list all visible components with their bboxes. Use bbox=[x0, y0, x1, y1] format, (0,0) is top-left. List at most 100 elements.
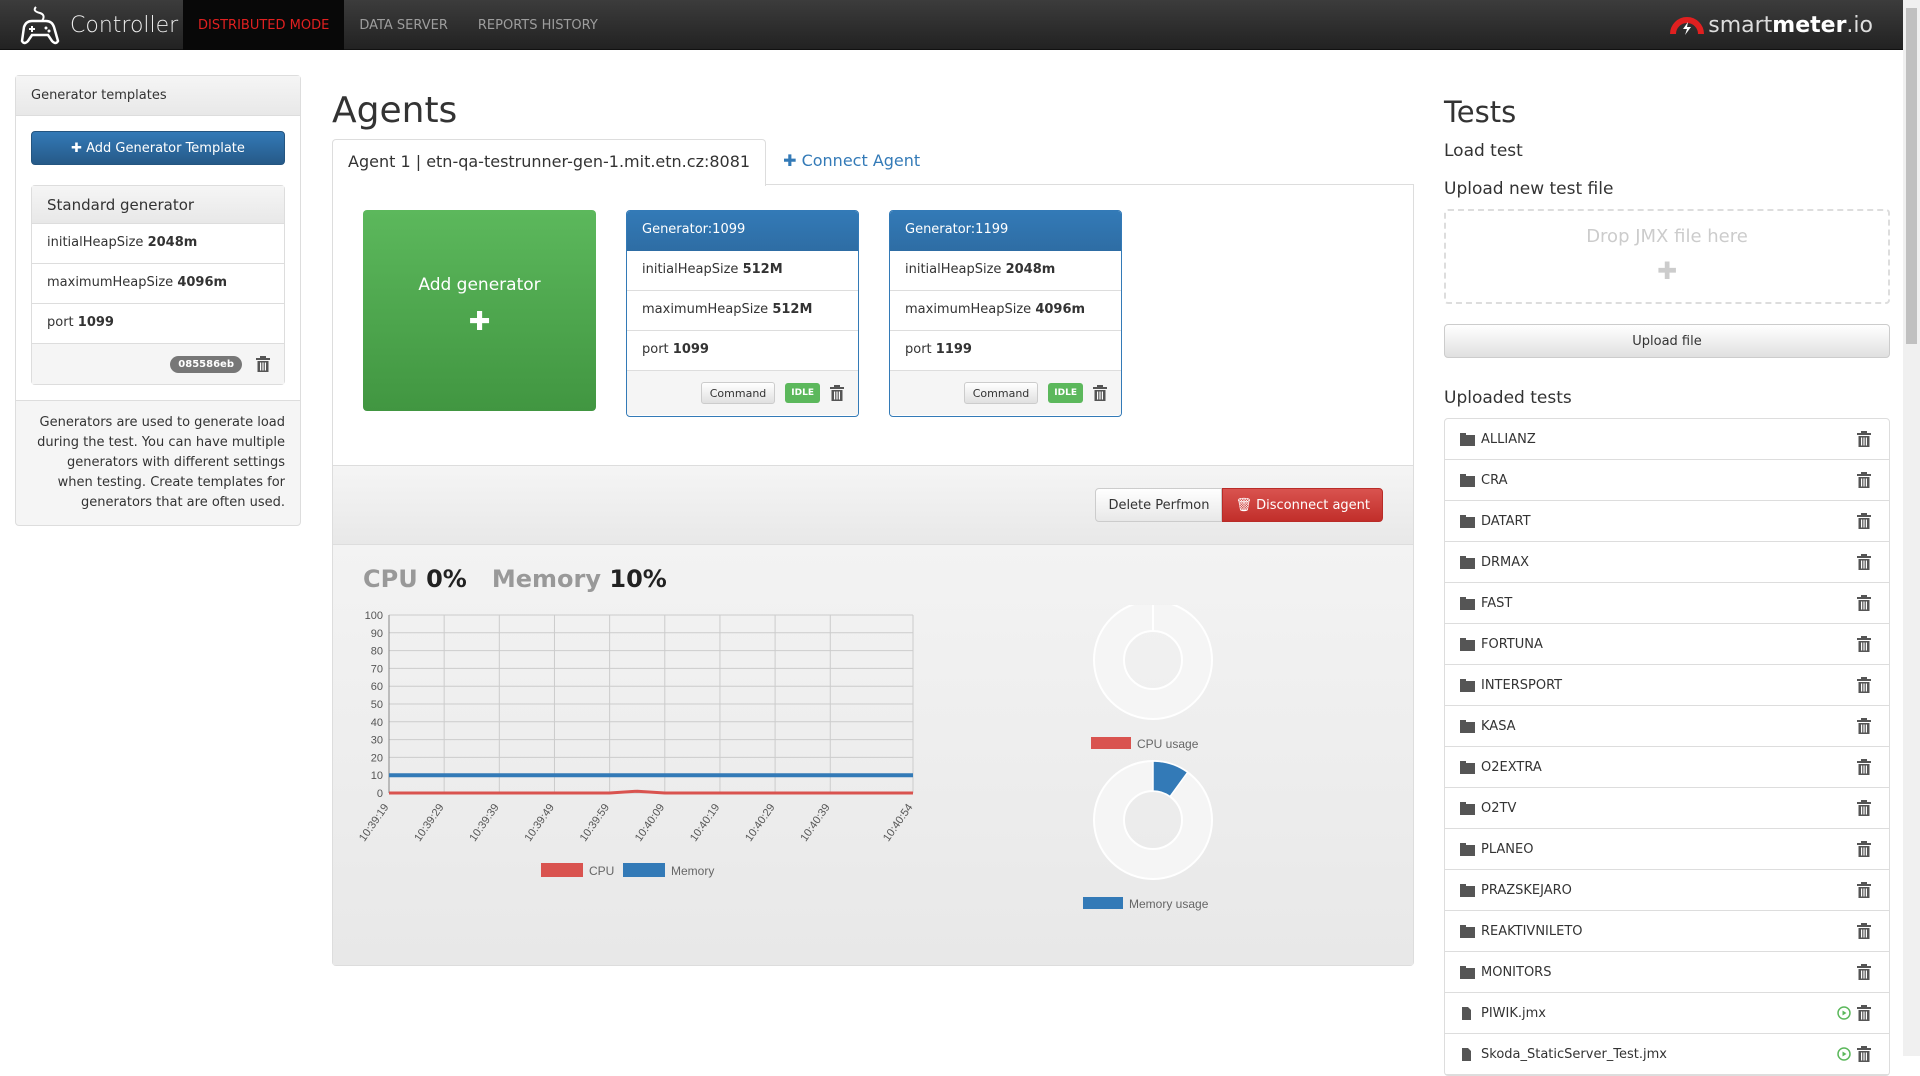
test-list-item[interactable]: O2TV bbox=[1445, 788, 1889, 829]
uploaded-tests-title: Uploaded tests bbox=[1444, 388, 1572, 408]
legend-label: Memory bbox=[671, 864, 714, 878]
y-tick-label: 20 bbox=[371, 752, 383, 764]
scrollbar-thumb[interactable] bbox=[1906, 8, 1917, 344]
memory-label: Memory bbox=[491, 565, 602, 593]
generator-title: Generator:1099 bbox=[627, 211, 858, 251]
y-tick-label: 60 bbox=[371, 681, 383, 693]
trash-icon[interactable] bbox=[1857, 595, 1871, 611]
plus-icon: ✚ bbox=[783, 151, 802, 170]
test-name: O2EXTRA bbox=[1481, 759, 1542, 775]
nav-distributed-mode[interactable]: DISTRIBUTED MODE bbox=[183, 0, 345, 50]
trash-icon: 🗑 bbox=[1235, 497, 1252, 513]
prop-key: port bbox=[47, 315, 74, 330]
prop-value: 1099 bbox=[672, 342, 709, 357]
trash-icon[interactable] bbox=[1857, 759, 1871, 775]
delete-perfmon-button[interactable]: Delete Perfmon bbox=[1095, 488, 1223, 522]
test-list-item[interactable]: PIWIK.jmx bbox=[1445, 993, 1889, 1034]
test-name: DATART bbox=[1481, 513, 1531, 529]
trash-icon[interactable] bbox=[1093, 385, 1107, 401]
prop-key: maximumHeapSize bbox=[905, 302, 1032, 317]
brand-title: Controller bbox=[70, 12, 179, 38]
trash-icon[interactable] bbox=[1857, 800, 1871, 816]
trash-icon[interactable] bbox=[1857, 841, 1871, 857]
trash-icon[interactable] bbox=[256, 356, 270, 372]
tab-label: Connect Agent bbox=[801, 151, 921, 170]
upload-file-button[interactable]: Upload file bbox=[1444, 324, 1890, 358]
template-name: Standard generator bbox=[32, 186, 284, 224]
perfmon-stats: CPU 0% Memory 10% 0 10 20 30 40 50 60 70 80 90 100… bbox=[333, 545, 1413, 965]
folder-icon bbox=[1460, 925, 1475, 938]
test-name: KASA bbox=[1481, 718, 1516, 734]
generator-prop: initialHeapSize 512M bbox=[627, 251, 858, 291]
file-icon bbox=[1460, 1007, 1475, 1020]
brand[interactable]: Controller bbox=[18, 0, 178, 50]
generator-prop: port 1199 bbox=[890, 331, 1121, 371]
test-list-item[interactable]: Skoda_StaticServer_Test.jmx bbox=[1445, 1034, 1889, 1075]
y-tick-label: 80 bbox=[371, 646, 383, 658]
y-tick-label: 30 bbox=[371, 735, 383, 747]
trash-icon[interactable] bbox=[1857, 923, 1871, 939]
button-label: Add Generator Template bbox=[86, 140, 245, 156]
test-list-item[interactable]: FORTUNA bbox=[1445, 624, 1889, 665]
trash-icon[interactable] bbox=[1857, 636, 1871, 652]
generator-prop: maximumHeapSize 512M bbox=[627, 291, 858, 331]
trash-icon[interactable] bbox=[1857, 882, 1871, 898]
connect-agent-tab[interactable]: ✚ Connect Agent bbox=[766, 139, 937, 184]
trash-icon[interactable] bbox=[1857, 677, 1871, 693]
tests-section: Tests Load test Upload new test file Dro… bbox=[1444, 95, 1890, 1076]
plus-icon: ✚ bbox=[1656, 257, 1678, 285]
prop-key: initialHeapSize bbox=[47, 235, 144, 250]
test-list-item[interactable]: DATART bbox=[1445, 501, 1889, 542]
page-scrollbar[interactable] bbox=[1903, 0, 1920, 1056]
usage-line-chart: 0 10 20 30 40 50 60 70 80 90 100 10:39:19 10:39:29 10… bbox=[357, 610, 915, 878]
jmx-dropzone[interactable]: Drop JMX file here ✚ bbox=[1444, 209, 1890, 304]
nav-reports-history[interactable]: REPORTS HISTORY bbox=[463, 0, 613, 50]
tab-agent-1[interactable]: Agent 1 | etn-qa-testrunner-gen-1.mit.et… bbox=[332, 139, 767, 186]
prop-value: 1199 bbox=[935, 342, 972, 357]
status-badge: IDLE bbox=[785, 383, 820, 403]
test-name: ALLIANZ bbox=[1481, 431, 1536, 447]
trash-icon[interactable] bbox=[1857, 431, 1871, 447]
main-nav: DISTRIBUTED MODE DATA SERVER REPORTS HIS… bbox=[183, 0, 613, 50]
test-list-item[interactable]: PLANEO bbox=[1445, 829, 1889, 870]
trash-icon[interactable] bbox=[1857, 964, 1871, 980]
test-name: PRAZSKEJARO bbox=[1481, 882, 1572, 898]
trash-icon[interactable] bbox=[830, 385, 844, 401]
smartmeter-logo[interactable]: smart meter .io bbox=[1670, 0, 1873, 50]
folder-icon bbox=[1460, 720, 1475, 733]
trash-icon[interactable] bbox=[1857, 513, 1871, 529]
play-icon[interactable] bbox=[1837, 1006, 1851, 1020]
test-list-item[interactable]: MONITORS bbox=[1445, 952, 1889, 993]
disconnect-agent-button[interactable]: 🗑 Disconnect agent bbox=[1222, 488, 1383, 522]
test-list-item[interactable]: CRA bbox=[1445, 460, 1889, 501]
generator-card: Generator:1099 initialHeapSize 512M maxi… bbox=[626, 210, 859, 417]
play-icon[interactable] bbox=[1837, 1047, 1851, 1061]
add-generator-template-button[interactable]: ✚ Add Generator Template bbox=[31, 131, 285, 165]
x-tick-label: 10:39:39 bbox=[467, 802, 501, 844]
test-list-item[interactable]: PRAZSKEJARO bbox=[1445, 870, 1889, 911]
command-button[interactable]: Command bbox=[963, 382, 1039, 404]
y-tick-label: 70 bbox=[371, 663, 383, 675]
trash-icon[interactable] bbox=[1857, 554, 1871, 570]
trash-icon[interactable] bbox=[1857, 1005, 1871, 1021]
folder-icon bbox=[1460, 638, 1475, 651]
trash-icon[interactable] bbox=[1857, 1046, 1871, 1062]
test-list-item[interactable]: INTERSPORT bbox=[1445, 665, 1889, 706]
test-list-item[interactable]: KASA bbox=[1445, 706, 1889, 747]
test-list-item[interactable]: O2EXTRA bbox=[1445, 747, 1889, 788]
test-list-item[interactable]: FAST bbox=[1445, 583, 1889, 624]
file-icon bbox=[1460, 1048, 1475, 1061]
trash-icon[interactable] bbox=[1857, 718, 1871, 734]
logo-light: smart bbox=[1708, 12, 1773, 38]
trash-icon[interactable] bbox=[1857, 472, 1871, 488]
nav-data-server[interactable]: DATA SERVER bbox=[344, 0, 463, 50]
prop-key: port bbox=[642, 342, 669, 357]
generator-title: Generator:1199 bbox=[890, 211, 1121, 251]
command-button[interactable]: Command bbox=[700, 382, 776, 404]
test-list-item[interactable]: REAKTIVNILETO bbox=[1445, 911, 1889, 952]
add-generator-button[interactable]: Add generator ✚ bbox=[363, 210, 596, 411]
test-list-item[interactable]: DRMAX bbox=[1445, 542, 1889, 583]
test-list-item[interactable]: ALLIANZ bbox=[1445, 419, 1889, 460]
logo-suffix: .io bbox=[1846, 12, 1873, 38]
template-prop: maximumHeapSize 4096m bbox=[32, 264, 284, 304]
